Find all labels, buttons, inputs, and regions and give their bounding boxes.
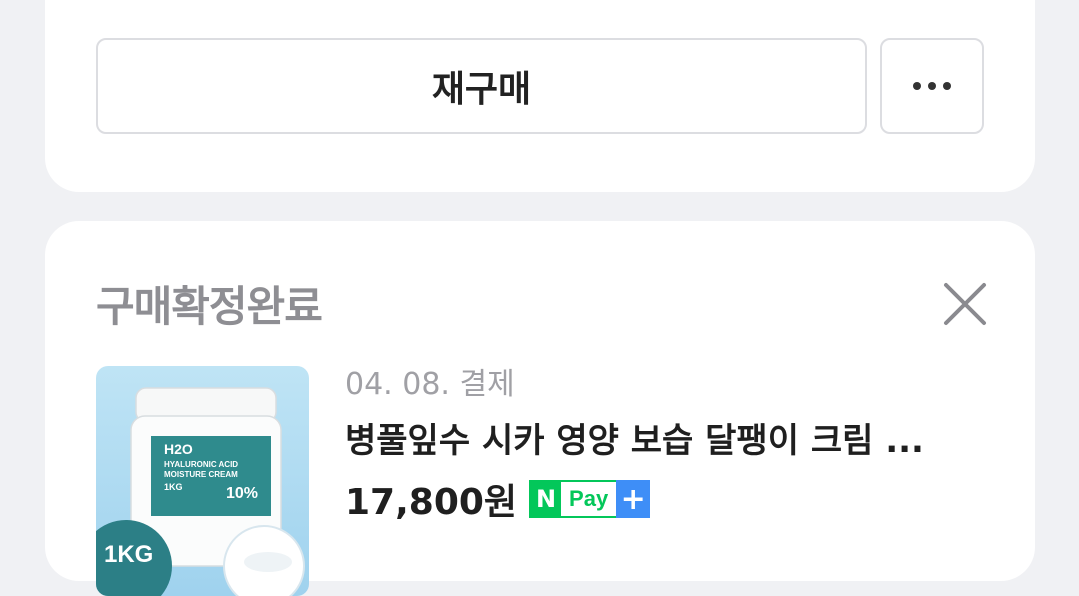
npay-plus-icon: + xyxy=(616,480,651,518)
thumb-badge: 1KG xyxy=(104,541,153,568)
more-horizontal-icon-dot xyxy=(943,82,951,90)
reorder-button[interactable]: 재구매 xyxy=(96,38,867,134)
close-icon[interactable] xyxy=(940,279,990,329)
thumb-line1: HYALURONIC ACID xyxy=(164,460,238,469)
product-image: H2O HYALURONIC ACID MOISTURE CREAM 1KG 1… xyxy=(96,387,305,596)
npay-label: Pay xyxy=(561,482,617,516)
order-date: 04. 08. 결제 xyxy=(345,367,515,402)
product-price: 17,800원 xyxy=(345,482,518,523)
order-status-title: 구매확정완료 xyxy=(96,282,323,331)
npay-plus-badge: N Pay + xyxy=(529,480,651,518)
thumb-brand: H2O xyxy=(164,441,193,457)
more-horizontal-icon-dot xyxy=(928,82,936,90)
product-thumbnail[interactable]: H2O HYALURONIC ACID MOISTURE CREAM 1KG 1… xyxy=(96,366,309,596)
thumb-size: 1KG xyxy=(164,482,183,492)
thumb-percent: 10% xyxy=(226,485,258,502)
npay-n-icon: N xyxy=(531,482,562,516)
more-horizontal-icon xyxy=(913,82,921,90)
order-card-previous: 재구매 xyxy=(45,0,1035,192)
more-options-button[interactable] xyxy=(880,38,984,134)
thumb-line2: MOISTURE CREAM xyxy=(164,470,238,479)
order-card: 구매확정완료 H2O HYALURONIC ACID MOISTURE CREA… xyxy=(45,221,1035,596)
price-row: 17,800원 N Pay + xyxy=(345,473,651,525)
product-name[interactable]: 병풀잎수 시카 영양 보습 달팽이 크림 ... xyxy=(345,413,924,462)
